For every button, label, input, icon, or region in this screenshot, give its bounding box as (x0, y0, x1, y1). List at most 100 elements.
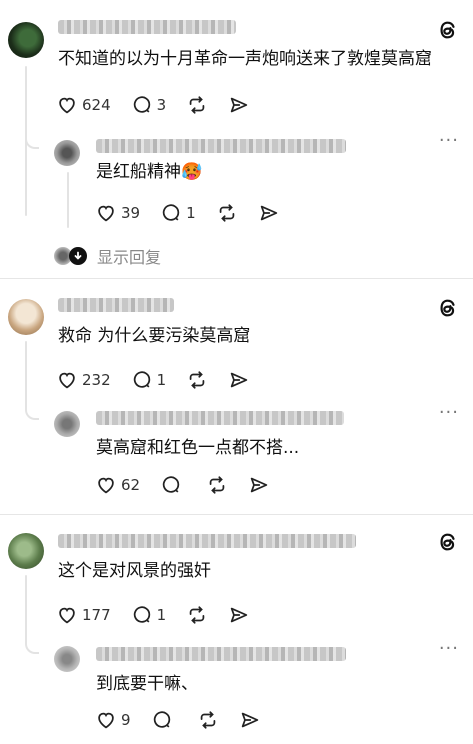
more-button[interactable]: ··· (439, 402, 459, 423)
share-button[interactable] (248, 474, 270, 496)
comment-icon (162, 476, 180, 493)
reply-thread-line (67, 172, 69, 228)
avatar[interactable] (8, 22, 44, 58)
reply-connector (25, 133, 39, 149)
arrow-down-icon (69, 247, 87, 265)
heart-icon (98, 205, 114, 222)
reply-button[interactable] (151, 709, 177, 731)
like-button[interactable]: 624 (56, 94, 111, 116)
thread-line (25, 341, 27, 405)
reply-connector (25, 404, 39, 420)
like-count: 624 (82, 96, 111, 114)
share-button[interactable] (228, 369, 250, 391)
reply-avatar[interactable] (54, 140, 80, 166)
send-icon (241, 712, 258, 728)
comment-icon (133, 371, 150, 388)
like-count: 177 (82, 606, 111, 624)
reply-count: 3 (156, 96, 167, 114)
action-bar: 177 1 (56, 603, 270, 627)
reply-text: 是红船精神🥵 (96, 162, 203, 182)
send-icon (230, 97, 248, 113)
share-button[interactable] (228, 94, 250, 116)
like-button[interactable]: 232 (56, 369, 111, 391)
post-text: 不知道的以为十月革命一声炮响送来了敦煌莫高窟 (58, 49, 432, 69)
username[interactable]: user_blurred_5 (58, 534, 356, 548)
show-replies-label: 显示回复 (97, 248, 162, 267)
threads-logo-icon (440, 21, 455, 39)
send-icon (260, 205, 277, 221)
avatar[interactable] (8, 299, 44, 335)
username[interactable]: user_blurred_3 (58, 298, 174, 312)
repost-icon (200, 711, 215, 729)
reply-text: 莫高窟和红色一点都不搭... (96, 438, 300, 458)
repost-icon (219, 204, 234, 222)
action-bar: 624 3 (56, 93, 270, 117)
reply-action-bar: 39 1 (95, 201, 300, 225)
like-button[interactable]: 9 (95, 709, 131, 731)
reply-button[interactable]: 1 (131, 604, 167, 626)
post-2: user_blurred_3 救命 为什么要污染莫高窟 232 1 user_b… (0, 279, 473, 513)
reply-button[interactable]: 1 (160, 202, 196, 224)
avatar[interactable] (8, 533, 44, 569)
reply-username[interactable]: user_blurred_4 (96, 411, 344, 425)
reply-action-bar: 9 (95, 708, 281, 732)
repost-button[interactable] (206, 474, 228, 496)
more-button[interactable]: ··· (439, 130, 459, 151)
thread-line (25, 575, 27, 639)
like-count: 9 (121, 711, 131, 729)
repost-button[interactable] (216, 202, 238, 224)
repost-icon (189, 96, 205, 114)
repost-button[interactable] (186, 94, 208, 116)
action-bar: 232 1 (56, 368, 270, 392)
share-button[interactable] (258, 202, 280, 224)
like-count: 62 (121, 476, 141, 494)
reply-text: 到底要干嘛、 (96, 674, 198, 694)
repost-button[interactable] (197, 709, 219, 731)
reply-action-bar: 62 (95, 473, 290, 497)
share-button[interactable] (228, 604, 250, 626)
reply-count: 1 (186, 204, 196, 222)
reply-avatar[interactable] (54, 411, 80, 437)
post-text: 救命 为什么要污染莫高窟 (58, 326, 251, 346)
heart-icon (59, 97, 75, 114)
comment-icon (153, 711, 170, 728)
send-icon (250, 477, 268, 493)
heart-icon (98, 477, 114, 494)
repost-icon (209, 476, 225, 494)
repost-icon (189, 371, 205, 389)
like-button[interactable]: 39 (95, 202, 140, 224)
reply-button[interactable] (160, 474, 186, 496)
comment-icon (133, 96, 150, 113)
send-icon (230, 372, 248, 388)
send-icon (230, 607, 248, 623)
reply-username[interactable]: user_blurred_6 (96, 647, 346, 661)
post-1: user_blurred_1 不知道的以为十月革命一声炮响送来了敦煌莫高窟 62… (0, 0, 473, 276)
reply-username[interactable]: user_blurred_2 (96, 139, 346, 153)
reply-count: 1 (156, 606, 167, 624)
repost-button[interactable] (186, 604, 208, 626)
like-button[interactable]: 177 (56, 604, 111, 626)
share-button[interactable] (239, 709, 261, 731)
threads-logo-icon (440, 533, 455, 551)
show-replies-button[interactable]: 显示回复 (54, 244, 161, 268)
threads-logo-icon (440, 299, 455, 317)
repost-icon (189, 606, 205, 624)
reply-count: 1 (156, 371, 167, 389)
post-3: user_blurred_5 这个是对风景的强奸 177 1 user_blur… (0, 515, 473, 744)
heart-icon (59, 607, 75, 624)
repost-button[interactable] (186, 369, 208, 391)
like-count: 232 (82, 371, 111, 389)
comment-icon (133, 606, 150, 623)
more-button[interactable]: ··· (439, 638, 459, 659)
like-button[interactable]: 62 (95, 474, 140, 496)
comment-icon (162, 204, 180, 221)
reply-connector (25, 638, 39, 654)
username[interactable]: user_blurred_1 (58, 20, 236, 34)
heart-icon (98, 712, 114, 729)
heart-icon (59, 372, 75, 389)
like-count: 39 (121, 204, 141, 222)
post-text: 这个是对风景的强奸 (58, 561, 211, 581)
reply-button[interactable]: 3 (131, 94, 167, 116)
reply-button[interactable]: 1 (131, 369, 167, 391)
reply-avatar[interactable] (54, 646, 80, 672)
